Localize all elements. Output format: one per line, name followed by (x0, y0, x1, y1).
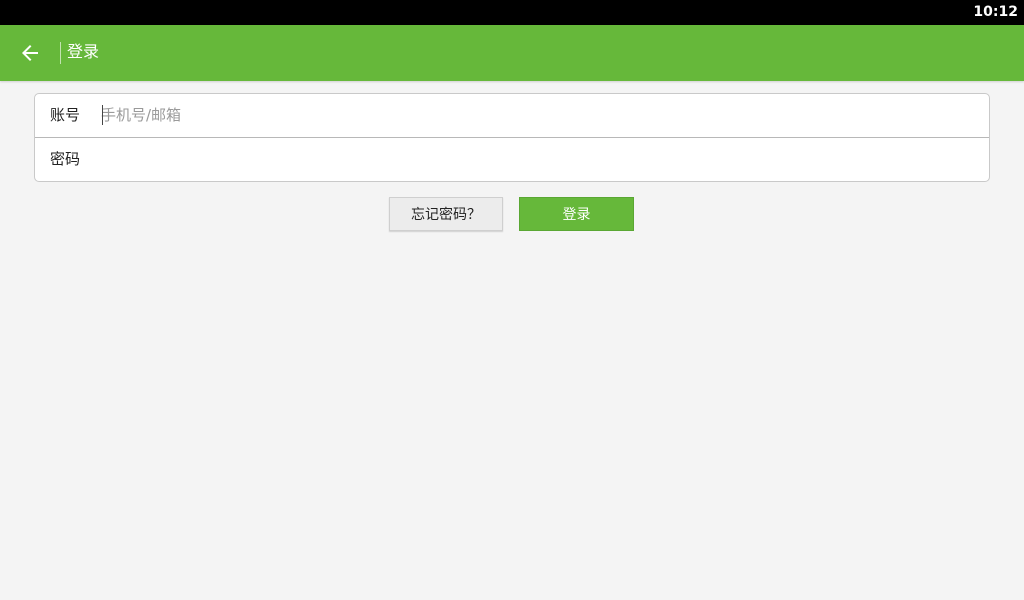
forgot-password-button[interactable]: 忘记密码？ (389, 197, 503, 231)
password-row: 密码 (35, 138, 989, 181)
status-time: 10:12 (973, 4, 1018, 20)
text-cursor (102, 105, 103, 125)
account-input[interactable] (101, 102, 961, 128)
account-label: 账号 (50, 106, 81, 124)
password-label: 密码 (50, 150, 81, 168)
page-title: 登录 (67, 42, 100, 61)
login-form: 账号 密码 (34, 93, 990, 182)
back-button[interactable] (8, 31, 52, 75)
arrow-left-icon (22, 45, 38, 61)
app-bar: 登录 (0, 25, 1024, 81)
login-button[interactable]: 登录 (519, 197, 634, 231)
account-row: 账号 (35, 94, 989, 138)
password-input[interactable] (101, 146, 961, 172)
app-bar-divider (60, 42, 61, 64)
status-bar: 10:12 (0, 0, 1024, 25)
